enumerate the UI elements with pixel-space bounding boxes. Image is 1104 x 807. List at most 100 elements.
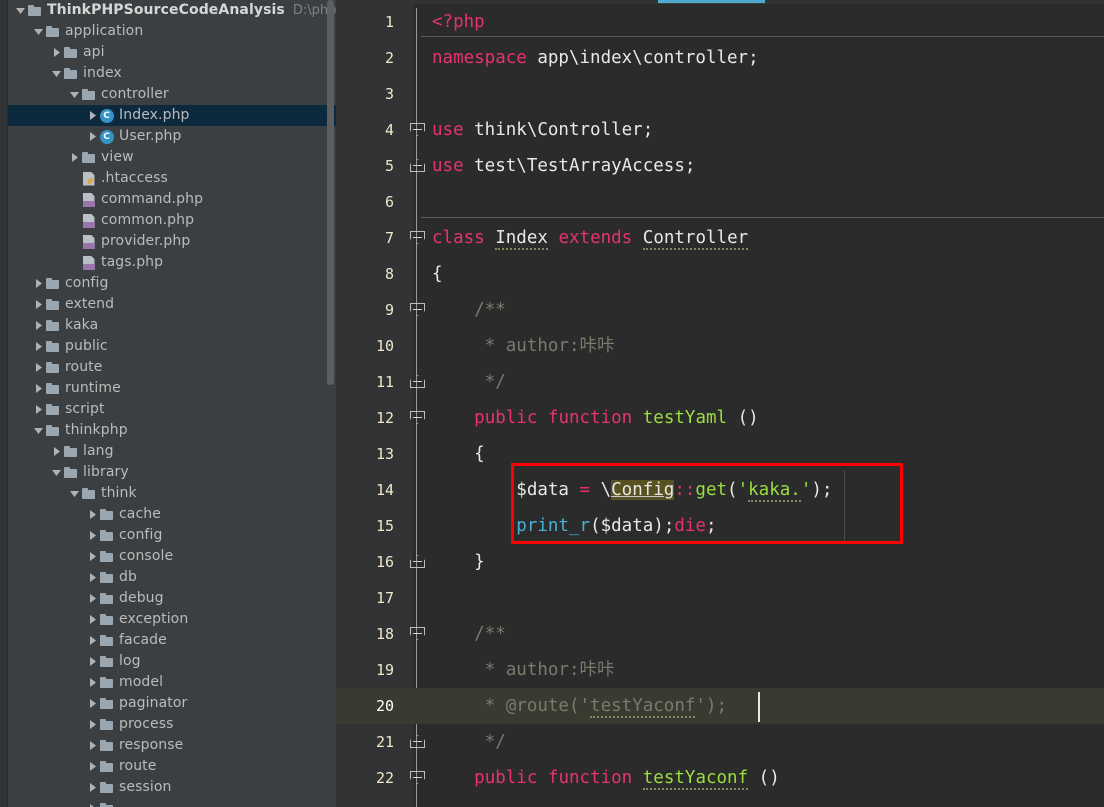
code-text[interactable]: * author:咔咔 [432, 652, 1104, 688]
code-line[interactable]: 2 namespace app\index\controller; [336, 40, 1104, 76]
chevron-right-icon[interactable] [86, 672, 98, 693]
code-text[interactable]: */ [432, 364, 1104, 400]
tree-item-config[interactable]: config [8, 273, 336, 294]
chevron-right-icon[interactable] [32, 378, 44, 399]
chevron-right-icon[interactable] [32, 315, 44, 336]
code-line[interactable]: 7 class Index extends Controller [336, 220, 1104, 256]
tree-item-runtime[interactable]: runtime [8, 378, 336, 399]
tree-item-cache[interactable]: cache [8, 504, 336, 525]
chevron-right-icon[interactable] [86, 798, 98, 807]
chevron-down-icon[interactable] [32, 21, 44, 42]
chevron-right-icon[interactable] [32, 336, 44, 357]
tree-item-extend[interactable]: extend [8, 294, 336, 315]
chevron-right-icon[interactable] [86, 609, 98, 630]
code-text[interactable]: } [432, 544, 1104, 580]
tree-item-route[interactable]: route [8, 756, 336, 777]
code-line[interactable]: 6 [336, 184, 1104, 220]
code-text[interactable]: public function testYaml () [432, 400, 1104, 436]
code-line[interactable]: 4 use think\Controller; [336, 112, 1104, 148]
code-text[interactable]: <?php [432, 4, 1104, 40]
tree-item-user-php[interactable]: C User.php [8, 126, 336, 147]
code-text[interactable]: /** [432, 616, 1104, 652]
tree-item-console[interactable]: console [8, 546, 336, 567]
code-line[interactable]: 22 public function testYaconf () [336, 760, 1104, 796]
chevron-down-icon[interactable] [32, 420, 44, 441]
chevron-right-icon[interactable] [50, 441, 62, 462]
code-line[interactable]: 21 */ [336, 724, 1104, 760]
chevron-right-icon[interactable] [86, 126, 98, 147]
chevron-right-icon[interactable] [86, 105, 98, 126]
chevron-right-icon[interactable] [86, 546, 98, 567]
code-line[interactable]: 19 * author:咔咔 [336, 652, 1104, 688]
tree-item-script[interactable]: script [8, 399, 336, 420]
tree-item-exception[interactable]: exception [8, 609, 336, 630]
code-text[interactable]: /** [432, 292, 1104, 328]
code-line[interactable]: 16 } [336, 544, 1104, 580]
chevron-down-icon[interactable] [68, 84, 80, 105]
tree-item-log[interactable]: log [8, 651, 336, 672]
chevron-right-icon[interactable] [86, 567, 98, 588]
code-line[interactable]: 1 <?php [336, 4, 1104, 40]
tool-window-strip[interactable] [0, 0, 8, 807]
tree-item-config[interactable]: config [8, 525, 336, 546]
tree-item-session[interactable]: session [8, 777, 336, 798]
tree-item-index[interactable]: index [8, 63, 336, 84]
code-text[interactable]: */ [432, 724, 1104, 760]
code-line[interactable]: 10 * author:咔咔 [336, 328, 1104, 364]
chevron-right-icon[interactable] [68, 147, 80, 168]
code-text[interactable]: { [432, 256, 1104, 292]
chevron-right-icon[interactable] [86, 504, 98, 525]
code-text[interactable]: use think\Controller; [432, 112, 1104, 148]
chevron-right-icon[interactable] [86, 756, 98, 777]
tree-item-facade[interactable]: facade [8, 630, 336, 651]
tree-item--htaccess[interactable]: .htaccess [8, 168, 336, 189]
tree-item-tags-php[interactable]: php tags.php [8, 252, 336, 273]
tree-item-blank[interactable] [8, 798, 336, 807]
chevron-right-icon[interactable] [86, 735, 98, 756]
project-tree-scrollbar[interactable] [327, 0, 334, 385]
code-line[interactable]: 12 public function testYaml () [336, 400, 1104, 436]
tree-item-response[interactable]: response [8, 735, 336, 756]
code-line[interactable]: 17 [336, 580, 1104, 616]
tree-item-thinkphpsourcecodeanalysis[interactable]: ThinkPHPSourceCodeAnalysisD:\phpstudy_pr… [8, 0, 336, 21]
code-text[interactable]: * author:咔咔 [432, 328, 1104, 364]
tree-item-common-php[interactable]: php common.php [8, 210, 336, 231]
tree-item-provider-php[interactable]: php provider.php [8, 231, 336, 252]
chevron-right-icon[interactable] [86, 714, 98, 735]
chevron-right-icon[interactable] [32, 399, 44, 420]
code-text[interactable]: public function testYaconf () [432, 760, 1104, 796]
code-text[interactable]: * @route('testYaconf'); [432, 688, 1104, 724]
chevron-right-icon[interactable] [86, 630, 98, 651]
tree-item-db[interactable]: db [8, 567, 336, 588]
tree-item-think[interactable]: think [8, 483, 336, 504]
tree-item-lang[interactable]: lang [8, 441, 336, 462]
code-text[interactable]: use test\TestArrayAccess; [432, 148, 1104, 184]
chevron-down-icon[interactable] [50, 462, 62, 483]
tree-item-view[interactable]: view [8, 147, 336, 168]
chevron-right-icon[interactable] [86, 588, 98, 609]
chevron-right-icon[interactable] [32, 273, 44, 294]
tree-item-route[interactable]: route [8, 357, 336, 378]
project-tool-window[interactable]: ThinkPHPSourceCodeAnalysisD:\phpstudy_pr… [8, 0, 336, 807]
tree-item-api[interactable]: api [8, 42, 336, 63]
tree-item-process[interactable]: process [8, 714, 336, 735]
code-line[interactable]: 5 use test\TestArrayAccess; [336, 148, 1104, 184]
tree-item-model[interactable]: model [8, 672, 336, 693]
chevron-right-icon[interactable] [86, 651, 98, 672]
chevron-right-icon[interactable] [32, 294, 44, 315]
code-area[interactable]: 1 <?php 2 namespace app\index\controller; 3 4… [336, 4, 1104, 807]
tree-item-paginator[interactable]: paginator [8, 693, 336, 714]
tree-item-kaka[interactable]: kaka [8, 315, 336, 336]
project-tree[interactable]: ThinkPHPSourceCodeAnalysisD:\phpstudy_pr… [8, 0, 336, 807]
tree-item-debug[interactable]: debug [8, 588, 336, 609]
code-line[interactable]: 3 [336, 76, 1104, 112]
code-text[interactable]: namespace app\index\controller; [432, 40, 1104, 76]
chevron-right-icon[interactable] [32, 357, 44, 378]
tree-item-public[interactable]: public [8, 336, 336, 357]
tree-item-library[interactable]: library [8, 462, 336, 483]
tree-item-thinkphp[interactable]: thinkphp [8, 420, 336, 441]
chevron-right-icon[interactable] [86, 777, 98, 798]
tree-item-index-php[interactable]: C Index.php [8, 105, 336, 126]
code-line[interactable]: 9 /** [336, 292, 1104, 328]
code-line[interactable]: 11 */ [336, 364, 1104, 400]
